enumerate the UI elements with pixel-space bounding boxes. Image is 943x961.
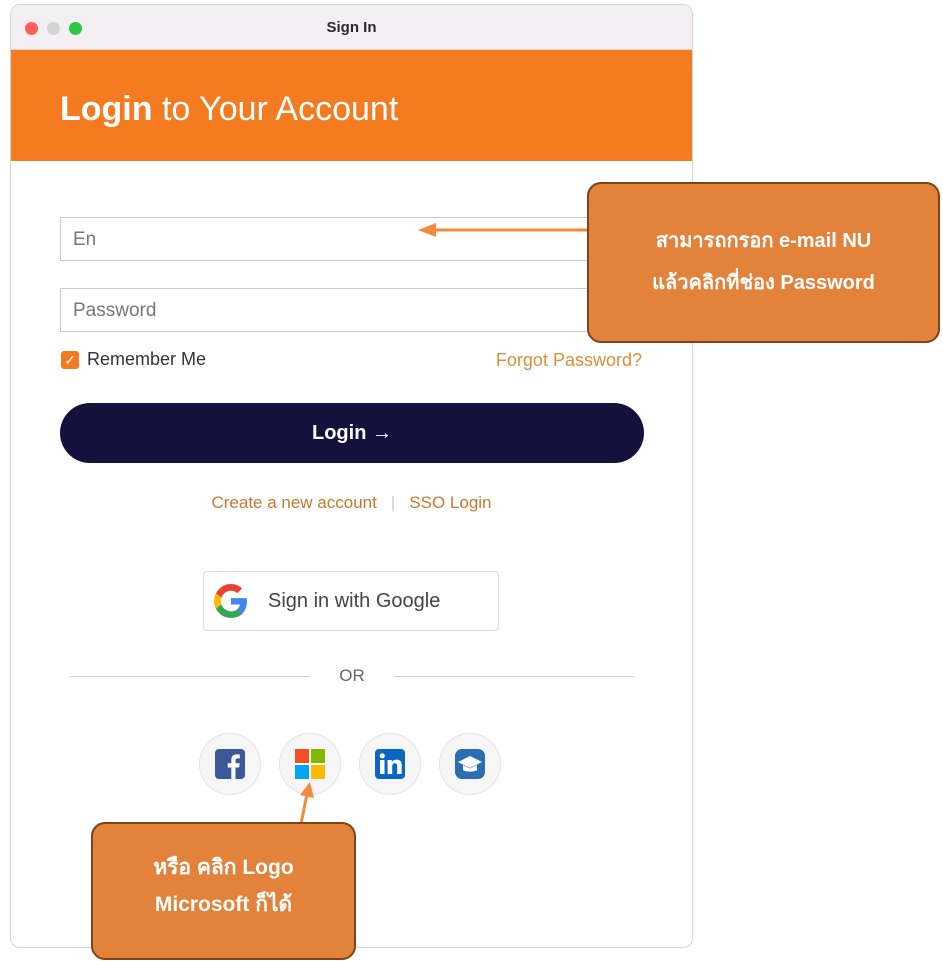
google-icon [214, 584, 247, 618]
facebook-icon [215, 749, 245, 779]
title-bar: Sign In [11, 5, 692, 50]
page-title-bold: Login [60, 90, 153, 128]
forgot-password-link[interactable]: Forgot Password? [496, 350, 642, 371]
signin-window: Sign In Login to Your Account En Passwor… [10, 4, 693, 948]
email-placeholder: En [73, 229, 97, 250]
login-button[interactable]: Login → [60, 403, 644, 463]
account-links: Create a new account | SSO Login [11, 493, 692, 513]
remember-me[interactable]: ✓ Remember Me [61, 349, 206, 370]
google-signin-button[interactable]: Sign in with Google [203, 571, 499, 631]
linkedin-icon [375, 749, 405, 779]
email-hint-line1: สามารถกรอก e-mail NU [655, 230, 872, 252]
education-icon [455, 749, 485, 779]
remember-checkbox[interactable]: ✓ [61, 350, 79, 369]
page-title: Login to Your Account [60, 90, 398, 129]
microsoft-hint-arrow [299, 782, 314, 824]
education-login-button[interactable] [439, 733, 501, 795]
facebook-login-button[interactable] [199, 733, 261, 795]
email-hint-line2: แล้วคลิกที่ช่อง Password [652, 272, 875, 294]
login-header: Login to Your Account [11, 50, 692, 161]
or-divider: OR [70, 666, 634, 686]
email-hint-callout: สามารถกรอก e-mail NU แล้วคลิกที่ช่อง Pas… [587, 182, 940, 343]
divider-line-right [394, 676, 634, 677]
microsoft-icon [295, 749, 325, 779]
window-title: Sign In [326, 19, 377, 36]
password-field[interactable]: Password [60, 288, 660, 332]
link-separator: | [390, 493, 396, 512]
password-placeholder: Password [73, 300, 157, 321]
microsoft-hint-line1: หรือ คลิก Logo [153, 856, 294, 879]
page-title-rest: to Your Account [152, 90, 399, 128]
linkedin-login-button[interactable] [359, 733, 421, 795]
microsoft-hint-callout: หรือ คลิก Logo Microsoft ก็ได้ [91, 822, 356, 960]
sso-login-link[interactable]: SSO Login [409, 493, 491, 512]
create-account-link[interactable]: Create a new account [211, 493, 376, 512]
microsoft-hint-line2: Microsoft ก็ได้ [154, 892, 293, 916]
remember-label: Remember Me [87, 349, 207, 369]
google-signin-label: Sign in with Google [268, 589, 441, 612]
email-hint-arrow [418, 223, 593, 237]
